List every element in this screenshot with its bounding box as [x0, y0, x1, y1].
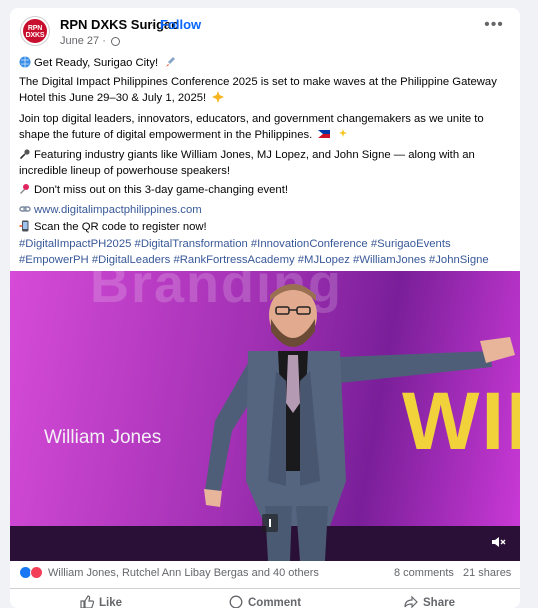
philippines-flag-icon	[318, 130, 331, 138]
post-line-5: Don't miss out on this 3-day game-changi…	[19, 182, 515, 198]
link-emoji-icon	[19, 206, 31, 212]
love-reaction-icon[interactable]	[30, 566, 43, 579]
comment-button[interactable]: Comment	[229, 595, 301, 608]
video-speaker-label: William Jones	[44, 427, 162, 448]
pause-icon[interactable]	[262, 514, 278, 532]
action-bar: Like Comment Share	[10, 588, 520, 608]
post-line-4: Featuring industry giants like William J…	[19, 147, 515, 179]
more-options-icon[interactable]: •••	[482, 17, 506, 36]
video-player[interactable]: Branding WI William Jones	[10, 271, 520, 561]
globe-icon	[110, 37, 120, 46]
like-button[interactable]: Like	[80, 595, 122, 608]
avatar-text: RPN DXKS	[25, 25, 45, 39]
share-count[interactable]: 21 shares	[463, 567, 511, 579]
post-date[interactable]: June 27	[60, 35, 99, 47]
globe-emoji-icon	[19, 56, 31, 68]
comment-bubble-icon	[229, 595, 243, 608]
post-line-1-text: Get Ready, Surigao City!	[34, 57, 159, 69]
sparkles-emoji-icon	[338, 129, 347, 137]
phone-emoji-icon	[19, 220, 29, 232]
post-header: RPN DXKS RPN DXKS Surigao · Follow June …	[10, 8, 520, 52]
post-link-line: www.digitalimpactphilippines.com	[19, 202, 515, 218]
share-arrow-icon	[404, 595, 418, 608]
comment-count[interactable]: 8 comments	[394, 567, 454, 579]
website-link[interactable]: www.digitalimpactphilippines.com	[34, 204, 202, 216]
post-qr-line: Scan the QR code to register now!	[19, 219, 515, 235]
hashtags[interactable]: #DigitalImpactPH2025 #DigitalTransformat…	[19, 236, 515, 268]
post-line-2: The Digital Impact Philippines Conferenc…	[19, 74, 515, 106]
video-big-name-text: WILL	[402, 376, 520, 467]
post-card: RPN DXKS RPN DXKS Surigao · Follow June …	[10, 8, 520, 608]
separator-dot-2: ·	[102, 35, 109, 47]
pushpin-emoji-icon	[20, 184, 29, 194]
thumbs-up-icon	[80, 595, 95, 608]
avatar[interactable]: RPN DXKS	[20, 16, 50, 46]
rocket-emoji-icon	[166, 57, 176, 67]
post-line-3-text: Join top digital leaders, innovators, ed…	[19, 113, 484, 141]
post-line-3: Join top digital leaders, innovators, ed…	[19, 111, 515, 143]
reactions-bar: William Jones, Rutchel Ann Libay Bergas …	[10, 561, 520, 583]
separator-dot: ·	[151, 17, 156, 32]
post-line-5-text: Don't miss out on this 3-day game-changi…	[34, 184, 288, 196]
post-meta: June 27 ·	[60, 35, 120, 47]
sparkle-burst-emoji-icon	[212, 91, 225, 103]
post-line-1: Get Ready, Surigao City!	[19, 55, 515, 71]
microphone-emoji-icon	[19, 149, 30, 160]
post-qr-text: Scan the QR code to register now!	[34, 221, 207, 233]
reaction-names[interactable]: William Jones, Rutchel Ann Libay Bergas …	[48, 567, 319, 579]
post-line-4-text: Featuring industry giants like William J…	[19, 149, 475, 177]
share-button[interactable]: Share	[404, 595, 455, 608]
follow-button[interactable]: Follow	[160, 17, 201, 32]
post-line-2-text: The Digital Impact Philippines Conferenc…	[19, 76, 497, 104]
mute-icon[interactable]	[490, 533, 508, 551]
